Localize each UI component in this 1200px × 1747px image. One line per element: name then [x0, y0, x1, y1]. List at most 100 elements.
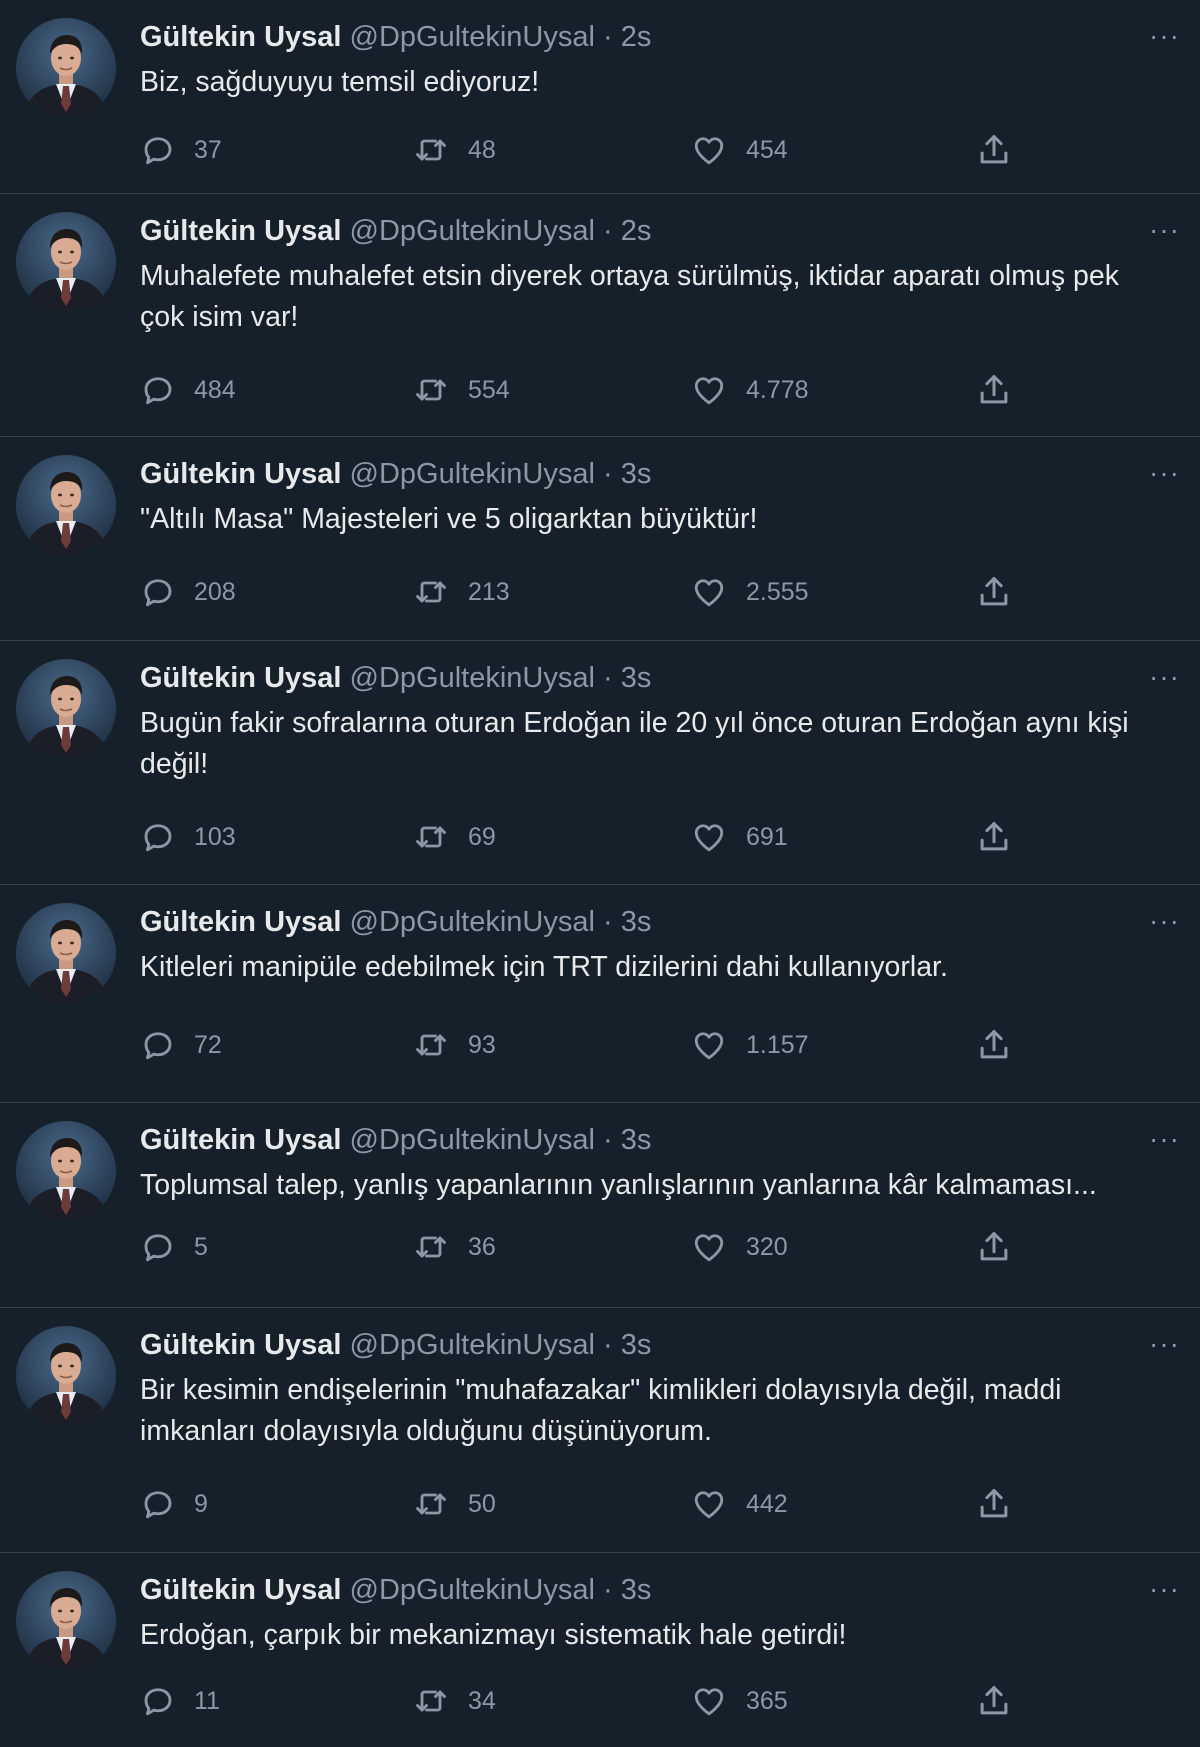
tweet[interactable]: Gültekin Uysal @DpGultekinUysal · 3s ···… — [0, 885, 1200, 1103]
retweet-button[interactable]: 554 — [412, 370, 510, 410]
reply-button[interactable]: 72 — [140, 1025, 222, 1065]
avatar[interactable] — [16, 212, 116, 312]
retweet-button[interactable]: 93 — [412, 1025, 496, 1065]
retweet-icon — [412, 574, 450, 610]
author-name[interactable]: Gültekin Uysal — [140, 1329, 341, 1361]
like-button[interactable]: 4.778 — [690, 370, 809, 410]
more-options-icon[interactable]: ··· — [1149, 1125, 1180, 1153]
reply-icon — [140, 1683, 176, 1719]
tweet-header: Gültekin Uysal @DpGultekinUysal · 3s — [140, 1123, 651, 1157]
author-name[interactable]: Gültekin Uysal — [140, 1574, 341, 1606]
share-button[interactable] — [975, 572, 1013, 612]
reply-button[interactable]: 37 — [140, 130, 222, 170]
tweet-text: Bugün fakir sofralarına oturan Erdoğan i… — [140, 707, 1129, 780]
avatar[interactable] — [16, 455, 116, 555]
tweet[interactable]: Gültekin Uysal @DpGultekinUysal · 3s ···… — [0, 437, 1200, 641]
more-options-icon[interactable]: ··· — [1149, 1575, 1180, 1603]
retweet-count: 50 — [468, 1489, 496, 1518]
retweet-count: 48 — [468, 135, 496, 164]
like-button[interactable]: 442 — [690, 1484, 788, 1524]
share-button[interactable] — [975, 1681, 1013, 1721]
reply-button[interactable]: 11 — [140, 1681, 220, 1721]
dot-separator: · — [603, 1574, 613, 1606]
tweet-text: Bir kesimin endişelerinin "muhafazakar" … — [140, 1374, 1062, 1447]
author-handle[interactable]: @DpGultekinUysal — [350, 662, 595, 694]
more-options-icon[interactable]: ··· — [1149, 216, 1180, 244]
tweet[interactable]: Gültekin Uysal @DpGultekinUysal · 3s ···… — [0, 1103, 1200, 1308]
retweet-button[interactable]: 213 — [412, 572, 510, 612]
author-name[interactable]: Gültekin Uysal — [140, 662, 341, 694]
share-button[interactable] — [975, 1484, 1013, 1524]
more-options-icon[interactable]: ··· — [1149, 907, 1180, 935]
tweet-header: Gültekin Uysal @DpGultekinUysal · 3s — [140, 1328, 651, 1362]
tweet-time[interactable]: 3s — [621, 906, 652, 938]
more-options-icon[interactable]: ··· — [1149, 459, 1180, 487]
reply-button[interactable]: 208 — [140, 572, 236, 612]
share-button[interactable] — [975, 130, 1013, 170]
retweet-button[interactable]: 36 — [412, 1227, 496, 1267]
tweet-time[interactable]: 2s — [621, 215, 652, 247]
tweet[interactable]: Gültekin Uysal @DpGultekinUysal · 3s ···… — [0, 1308, 1200, 1553]
share-button[interactable] — [975, 1025, 1013, 1065]
heart-icon — [690, 1229, 728, 1265]
share-button[interactable] — [975, 370, 1013, 410]
like-button[interactable]: 320 — [690, 1227, 788, 1267]
reply-button[interactable]: 5 — [140, 1227, 208, 1267]
share-button[interactable] — [975, 817, 1013, 857]
more-options-icon[interactable]: ··· — [1149, 663, 1180, 691]
author-handle[interactable]: @DpGultekinUysal — [350, 1329, 595, 1361]
author-handle[interactable]: @DpGultekinUysal — [350, 1574, 595, 1606]
avatar[interactable] — [16, 18, 116, 118]
tweet-time[interactable]: 3s — [621, 1329, 652, 1361]
author-name[interactable]: Gültekin Uysal — [140, 21, 341, 53]
like-button[interactable]: 691 — [690, 817, 788, 857]
retweet-count: 36 — [468, 1232, 496, 1261]
avatar[interactable] — [16, 1571, 116, 1671]
tweet-time[interactable]: 2s — [621, 21, 652, 53]
reply-button[interactable]: 9 — [140, 1484, 208, 1524]
reply-button[interactable]: 103 — [140, 817, 236, 857]
author-handle[interactable]: @DpGultekinUysal — [350, 906, 595, 938]
tweet[interactable]: Gültekin Uysal @DpGultekinUysal · 2s ···… — [0, 0, 1200, 194]
tweet-actions: 208 213 2.555 — [140, 572, 1040, 612]
author-name[interactable]: Gültekin Uysal — [140, 458, 341, 490]
avatar[interactable] — [16, 659, 116, 759]
author-handle[interactable]: @DpGultekinUysal — [350, 21, 595, 53]
retweet-count: 93 — [468, 1030, 496, 1059]
author-name[interactable]: Gültekin Uysal — [140, 906, 341, 938]
retweet-button[interactable]: 50 — [412, 1484, 496, 1524]
retweet-button[interactable]: 34 — [412, 1681, 496, 1721]
author-handle[interactable]: @DpGultekinUysal — [350, 458, 595, 490]
tweet-time[interactable]: 3s — [621, 1124, 652, 1156]
tweet-header: Gültekin Uysal @DpGultekinUysal · 3s — [140, 1573, 651, 1607]
retweet-button[interactable]: 69 — [412, 817, 496, 857]
author-name[interactable]: Gültekin Uysal — [140, 215, 341, 247]
retweet-button[interactable]: 48 — [412, 130, 496, 170]
tweet-time[interactable]: 3s — [621, 1574, 652, 1606]
tweet[interactable]: Gültekin Uysal @DpGultekinUysal · 3s ···… — [0, 641, 1200, 885]
tweet-time[interactable]: 3s — [621, 662, 652, 694]
avatar[interactable] — [16, 1121, 116, 1221]
avatar[interactable] — [16, 903, 116, 1003]
retweet-count: 213 — [468, 577, 510, 606]
like-button[interactable]: 454 — [690, 130, 788, 170]
more-options-icon[interactable]: ··· — [1149, 22, 1180, 50]
tweet-time[interactable]: 3s — [621, 458, 652, 490]
author-handle[interactable]: @DpGultekinUysal — [350, 1124, 595, 1156]
author-handle[interactable]: @DpGultekinUysal — [350, 215, 595, 247]
share-button[interactable] — [975, 1227, 1013, 1267]
like-button[interactable]: 1.157 — [690, 1025, 809, 1065]
tweet-actions: 5 36 320 — [140, 1227, 1040, 1267]
reply-button[interactable]: 484 — [140, 370, 236, 410]
share-icon — [975, 573, 1013, 611]
author-name[interactable]: Gültekin Uysal — [140, 1124, 341, 1156]
avatar[interactable] — [16, 1326, 116, 1426]
tweet[interactable]: Gültekin Uysal @DpGultekinUysal · 2s ···… — [0, 194, 1200, 437]
share-icon — [975, 1682, 1013, 1720]
dot-separator: · — [603, 1124, 613, 1156]
like-button[interactable]: 365 — [690, 1681, 788, 1721]
like-button[interactable]: 2.555 — [690, 572, 809, 612]
tweet[interactable]: Gültekin Uysal @DpGultekinUysal · 3s ···… — [0, 1553, 1200, 1747]
more-options-icon[interactable]: ··· — [1149, 1330, 1180, 1358]
tweet-text: Kitleleri manipüle edebilmek için TRT di… — [140, 951, 948, 983]
